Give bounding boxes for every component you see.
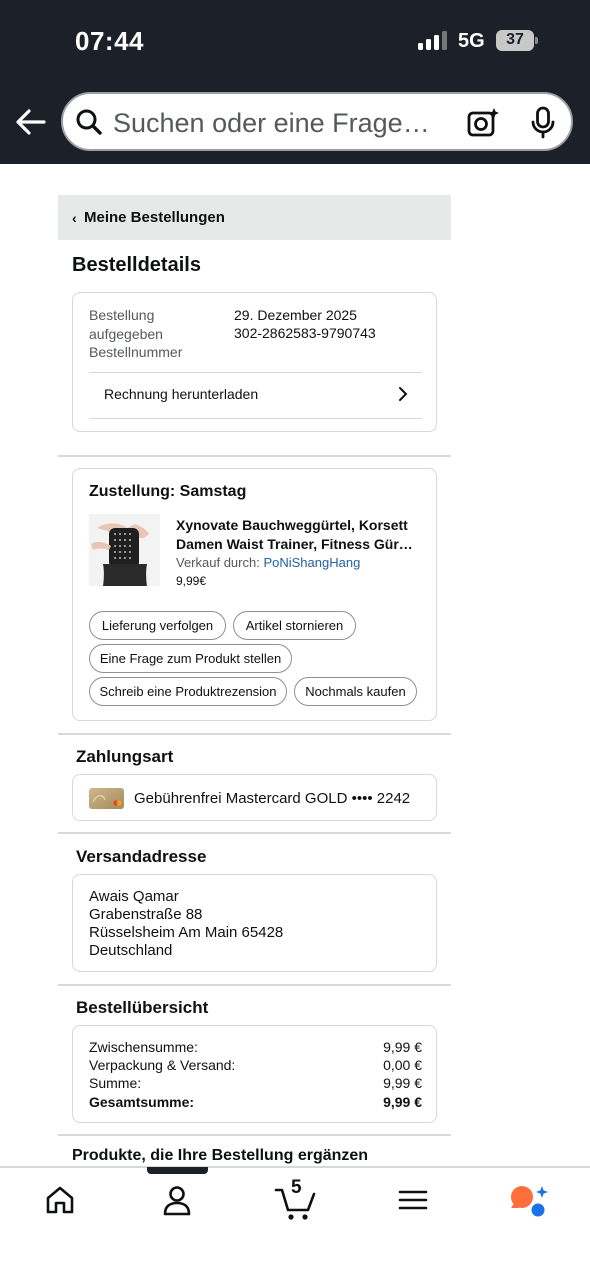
summary-row: Summe: 9,99 €	[89, 1075, 422, 1091]
order-placed-label: Bestellung aufgegeben	[89, 307, 163, 342]
payment-title: Zahlungsart	[76, 747, 174, 766]
product-image[interactable]	[89, 514, 160, 586]
cart-icon[interactable]: 5	[274, 1177, 318, 1220]
seller-label: Verkauf durch:	[176, 555, 260, 570]
delivery-card: Zustellung: Samstag Xynovate Bauchweggür…	[72, 468, 437, 721]
section-divider	[58, 733, 451, 735]
breadcrumb[interactable]: ‹ Meine Bestellungen	[58, 195, 451, 240]
chevron-right-icon[interactable]	[397, 386, 409, 407]
address-line: Awais Qamar	[89, 888, 179, 905]
microphone-icon[interactable]	[529, 106, 557, 140]
seller-link[interactable]: PoNiShangHang	[263, 555, 360, 570]
cart-count-badge: 5	[291, 1177, 302, 1198]
order-info-card: Bestellung aufgegeben Bestellnummer 29. …	[72, 292, 437, 432]
divider	[89, 418, 422, 419]
order-summary-card: Zwischensumme: 9,99 € Verpackung & Versan…	[72, 1025, 437, 1123]
battery-nub	[535, 37, 538, 44]
search-icon	[75, 108, 103, 136]
bottom-tab-bar: 5	[0, 1166, 590, 1280]
search-bar[interactable]: Suchen oder eine Frage…	[61, 92, 573, 151]
shipping-address-card: Awais Qamar Grabenstraße 88 Rüsselsheim …	[72, 874, 437, 972]
section-divider	[58, 832, 451, 834]
camera-search-icon[interactable]	[466, 106, 500, 140]
shipping-title: Versandadresse	[76, 847, 207, 866]
chevron-left-icon: ‹	[72, 210, 77, 226]
address-line: Deutschland	[89, 942, 173, 959]
status-time: 07:44	[75, 26, 144, 56]
battery-icon: 37	[496, 30, 534, 51]
delivery-title: Zustellung: Samstag	[89, 483, 247, 500]
network-type: 5G	[458, 30, 485, 52]
write-review-button[interactable]: Schreib eine Produktrezension	[89, 677, 287, 706]
grand-total-row: Gesamtsumme: 9,99 €	[89, 1094, 422, 1110]
seller-info: Verkauf durch: PoNiShangHang	[176, 555, 360, 570]
summary-row: Zwischensumme: 9,99 €	[89, 1039, 422, 1055]
section-divider	[58, 984, 451, 986]
battery-level: 37	[506, 31, 524, 48]
summary-row: Verpackung & Versand: 0,00 €	[89, 1057, 422, 1073]
address-line: Grabenstraße 88	[89, 906, 203, 923]
mastercard-icon	[89, 788, 124, 809]
payment-card: Gebührenfrei Mastercard GOLD •••• 2242	[72, 774, 437, 821]
home-icon[interactable]	[42, 1182, 78, 1218]
download-invoice-link[interactable]: Rechnung herunterladen	[104, 385, 258, 404]
cancel-item-button[interactable]: Artikel stornieren	[233, 611, 356, 640]
address-line: Rüsselsheim Am Main 65428	[89, 924, 284, 941]
menu-icon[interactable]	[395, 1182, 431, 1218]
rufus-icon[interactable]	[509, 1182, 549, 1218]
section-divider	[58, 1134, 451, 1136]
recommendations-title: Produkte, die Ihre Bestellung ergänzen	[72, 1147, 369, 1164]
order-date: 29. Dezember 2025	[234, 307, 357, 323]
signal-icon	[418, 31, 448, 50]
search-input[interactable]: Suchen oder eine Frage…	[113, 108, 430, 139]
payment-method-text: Gebührenfrei Mastercard GOLD •••• 2242	[134, 790, 411, 807]
product-price: 9,99€	[176, 574, 207, 588]
product-title[interactable]: Xynovate Bauchweggürtel, Korsett Damen W…	[176, 516, 428, 553]
track-delivery-button[interactable]: Lieferung verfolgen	[89, 611, 226, 640]
account-icon[interactable]	[159, 1182, 195, 1218]
ask-question-button[interactable]: Eine Frage zum Produkt stellen	[89, 644, 292, 673]
order-number: 302-2862583-9790743	[234, 325, 376, 341]
active-tab-indicator	[147, 1167, 208, 1174]
section-divider	[58, 455, 451, 457]
app-header: 07:44 5G 37 Suchen oder eine Frage…	[0, 0, 590, 164]
divider	[89, 372, 422, 373]
buy-again-button[interactable]: Nochmals kaufen	[294, 677, 417, 706]
order-number-label: Bestellnummer	[89, 344, 183, 360]
back-arrow-icon[interactable]	[14, 103, 48, 141]
breadcrumb-my-orders[interactable]: Meine Bestellungen	[84, 209, 225, 226]
page-title: Bestelldetails	[72, 254, 201, 276]
summary-title: Bestellübersicht	[76, 998, 209, 1017]
status-bar: 07:44 5G 37	[0, 0, 590, 82]
